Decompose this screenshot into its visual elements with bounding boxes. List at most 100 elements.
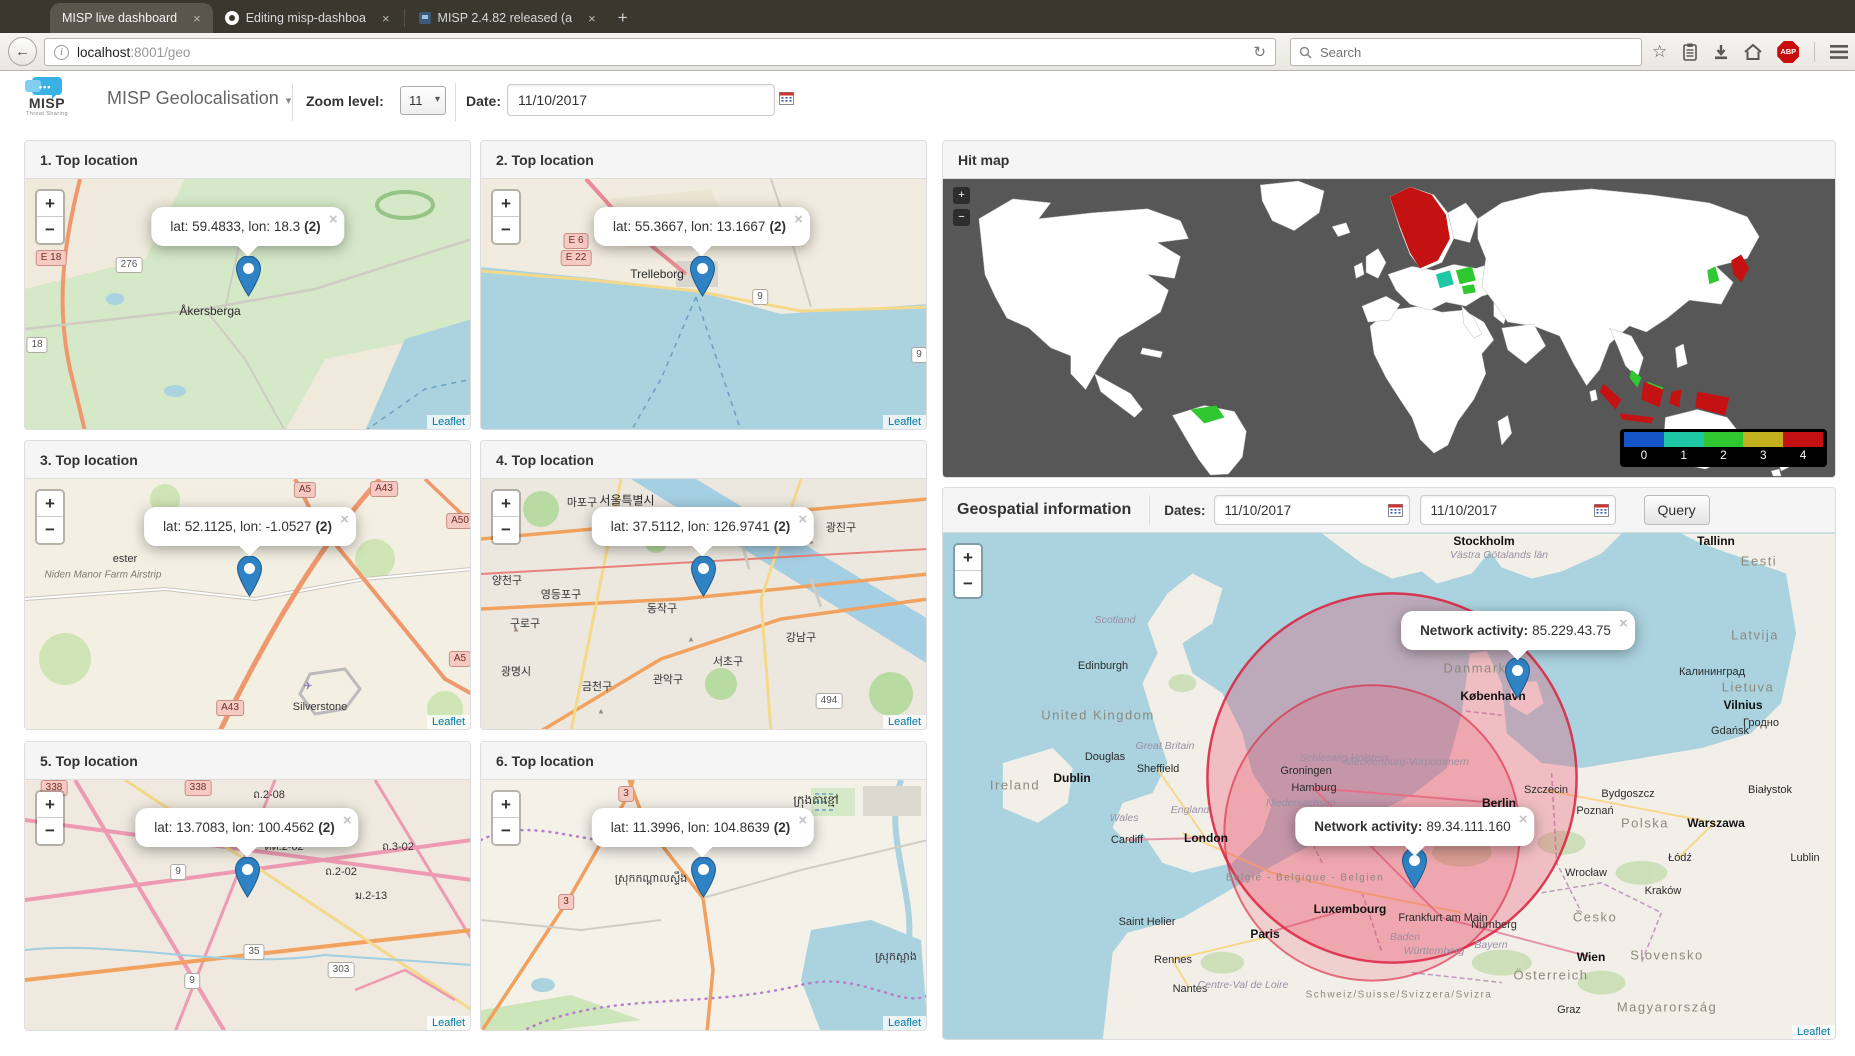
legend-value: 1 xyxy=(1664,447,1704,465)
panel-title: 2. Top location xyxy=(481,141,926,179)
map-label: Cardiff xyxy=(1111,834,1143,846)
popup-close-icon[interactable]: × xyxy=(798,511,807,528)
logo-title: MISP xyxy=(18,95,76,111)
map-label: Trelleborg xyxy=(630,267,684,281)
zoom-out-button[interactable]: − xyxy=(37,517,63,543)
zoom-out-button[interactable]: − xyxy=(493,517,519,543)
tab-misp-release[interactable]: MISP 2.4.82 released (a × xyxy=(407,3,608,33)
popup-close-icon[interactable]: × xyxy=(1519,811,1528,828)
map-label: Stockholm xyxy=(1453,534,1514,548)
map-marker[interactable] xyxy=(237,556,262,597)
zoom-out-button[interactable]: − xyxy=(493,217,519,243)
leaflet-attribution[interactable]: Leaflet xyxy=(883,415,926,429)
map-label: 금천구 xyxy=(582,678,612,694)
leaflet-attribution[interactable]: Leaflet xyxy=(883,1016,926,1030)
chevron-down-icon: ▾ xyxy=(286,95,292,107)
zoom-out-button[interactable]: − xyxy=(493,818,519,844)
map-label: England xyxy=(1171,804,1210,816)
reload-icon[interactable]: ↻ xyxy=(1253,43,1266,61)
map-marker[interactable] xyxy=(1505,658,1530,699)
menu-hamburger-icon[interactable] xyxy=(1830,45,1848,59)
tab-close-icon[interactable]: × xyxy=(193,11,201,26)
leaflet-attribution[interactable]: Leaflet xyxy=(1792,1025,1835,1039)
leaflet-attribution[interactable]: Leaflet xyxy=(427,415,470,429)
downloads-icon[interactable] xyxy=(1713,44,1729,60)
new-tab-button[interactable]: + xyxy=(618,8,628,28)
github-icon xyxy=(225,11,239,25)
zoom-out-button[interactable]: − xyxy=(37,217,63,243)
map-label: Schweiz/Suisse/Svizzera/Svizra xyxy=(1306,990,1493,1001)
zoom-in-button[interactable]: + xyxy=(955,545,981,571)
leaflet-map-5[interactable]: 338 338 9 35 303 9 ถ.2-08 กม. 6 ตต.2-02 … xyxy=(25,780,470,1030)
home-icon[interactable] xyxy=(1744,44,1762,60)
adblock-plus-icon[interactable]: ABP xyxy=(1777,41,1799,63)
tab-title: MISP live dashboard xyxy=(62,11,177,25)
zoom-out-button[interactable]: − xyxy=(953,209,970,226)
query-button[interactable]: Query xyxy=(1644,495,1710,525)
popup-close-icon[interactable]: × xyxy=(329,211,338,228)
leaflet-attribution[interactable]: Leaflet xyxy=(883,715,926,729)
search-input[interactable] xyxy=(1318,44,1633,61)
url-bar[interactable]: i localhost:8001/geo ↻ xyxy=(44,38,1276,66)
zoom-in-button[interactable]: + xyxy=(493,191,519,217)
map-marker[interactable] xyxy=(690,256,715,297)
calendar-icon[interactable] xyxy=(1594,503,1609,522)
popup-close-icon[interactable]: × xyxy=(343,812,352,829)
map-label: 양천구 xyxy=(492,572,522,588)
leaflet-attribution[interactable]: Leaflet xyxy=(427,715,470,729)
zoom-in-button[interactable]: + xyxy=(37,191,63,217)
zoom-in-button[interactable]: + xyxy=(37,792,63,818)
map-label: Rennes xyxy=(1154,954,1192,966)
zoom-level-select[interactable]: 11▾ xyxy=(400,86,446,115)
back-button[interactable]: ← xyxy=(8,37,37,66)
map-label: Silverstone xyxy=(293,701,347,713)
map-label: 서초구 xyxy=(713,653,743,669)
map-marker[interactable] xyxy=(236,256,261,297)
leaflet-map-2[interactable]: Trelleborg E 6 E 22 9 9 +− lat: 55.3667,… xyxy=(481,179,926,429)
tab-misp-dashboard[interactable]: MISP live dashboard × xyxy=(50,3,213,33)
date-from-input[interactable] xyxy=(1214,495,1410,525)
zoom-in-button[interactable]: + xyxy=(37,491,63,517)
map-label: Edinburgh xyxy=(1078,660,1128,672)
leaflet-map-4[interactable]: 서울특별시 마포구 광진구 양천구 영등포구 동작구 서초구 강남구 관악구 광… xyxy=(481,479,926,729)
tab-close-icon[interactable]: × xyxy=(588,11,596,26)
date-input[interactable] xyxy=(507,84,775,116)
page-info-icon[interactable]: i xyxy=(54,45,69,60)
popup-close-icon[interactable]: × xyxy=(340,511,349,528)
map-label: Hamburg xyxy=(1291,782,1336,794)
geospatial-header: Geospatial information Dates: Query xyxy=(943,488,1835,533)
map-label: ถ.3-02 xyxy=(382,837,414,855)
leaflet-map-3[interactable]: Niden Manor Farm Airstrip Silverstone es… xyxy=(25,479,470,729)
zoom-out-button[interactable]: − xyxy=(37,818,63,844)
bookmarks-library-icon[interactable] xyxy=(1682,43,1698,61)
leaflet-map-6[interactable]: ក្រុងតាខ្មៅ ស្រុកកណ្ដាលស្ទឹង ស្រុកស្អាង … xyxy=(481,780,926,1030)
search-bar[interactable] xyxy=(1290,38,1642,66)
map-label: Baden xyxy=(1390,931,1420,943)
leaflet-map-1[interactable]: Åkersberga E 18 276 18 +− lat: 59.4833, … xyxy=(25,179,470,429)
map-label: Kraków xyxy=(1645,885,1682,897)
popup-close-icon[interactable]: × xyxy=(794,211,803,228)
map-label: Bayern xyxy=(1474,939,1507,951)
calendar-icon[interactable] xyxy=(1388,503,1403,522)
map-popup: lat: 37.5112, lon: 126.9741(2) × xyxy=(592,507,814,546)
tab-close-icon[interactable]: × xyxy=(382,11,390,26)
hit-map[interactable]: + − 0 1 2 3 4 xyxy=(943,179,1835,477)
map-marker[interactable] xyxy=(691,857,716,898)
date-to-input[interactable] xyxy=(1420,495,1616,525)
tab-github[interactable]: Editing misp-dashboa × xyxy=(213,3,402,33)
zoom-in-button[interactable]: + xyxy=(953,187,970,204)
popup-close-icon[interactable]: × xyxy=(798,812,807,829)
bookmark-star-icon[interactable]: ☆ xyxy=(1652,38,1667,66)
map-label: Česko xyxy=(1573,910,1617,925)
zoom-in-button[interactable]: + xyxy=(493,491,519,517)
leaflet-attribution[interactable]: Leaflet xyxy=(427,1016,470,1030)
geospatial-map[interactable]: Stockholm Tallinn Eesti Västra Götalands… xyxy=(943,533,1835,1039)
calendar-icon[interactable] xyxy=(779,91,794,110)
map-marker[interactable] xyxy=(235,857,260,898)
nav-dropdown-misp-geolocalisation[interactable]: MISP Geolocalisation▾ xyxy=(107,88,291,109)
zoom-in-button[interactable]: + xyxy=(493,792,519,818)
map-marker[interactable] xyxy=(691,556,716,597)
panel-title: 6. Top location xyxy=(481,742,926,780)
popup-close-icon[interactable]: × xyxy=(1619,615,1628,632)
zoom-out-button[interactable]: − xyxy=(955,571,981,597)
